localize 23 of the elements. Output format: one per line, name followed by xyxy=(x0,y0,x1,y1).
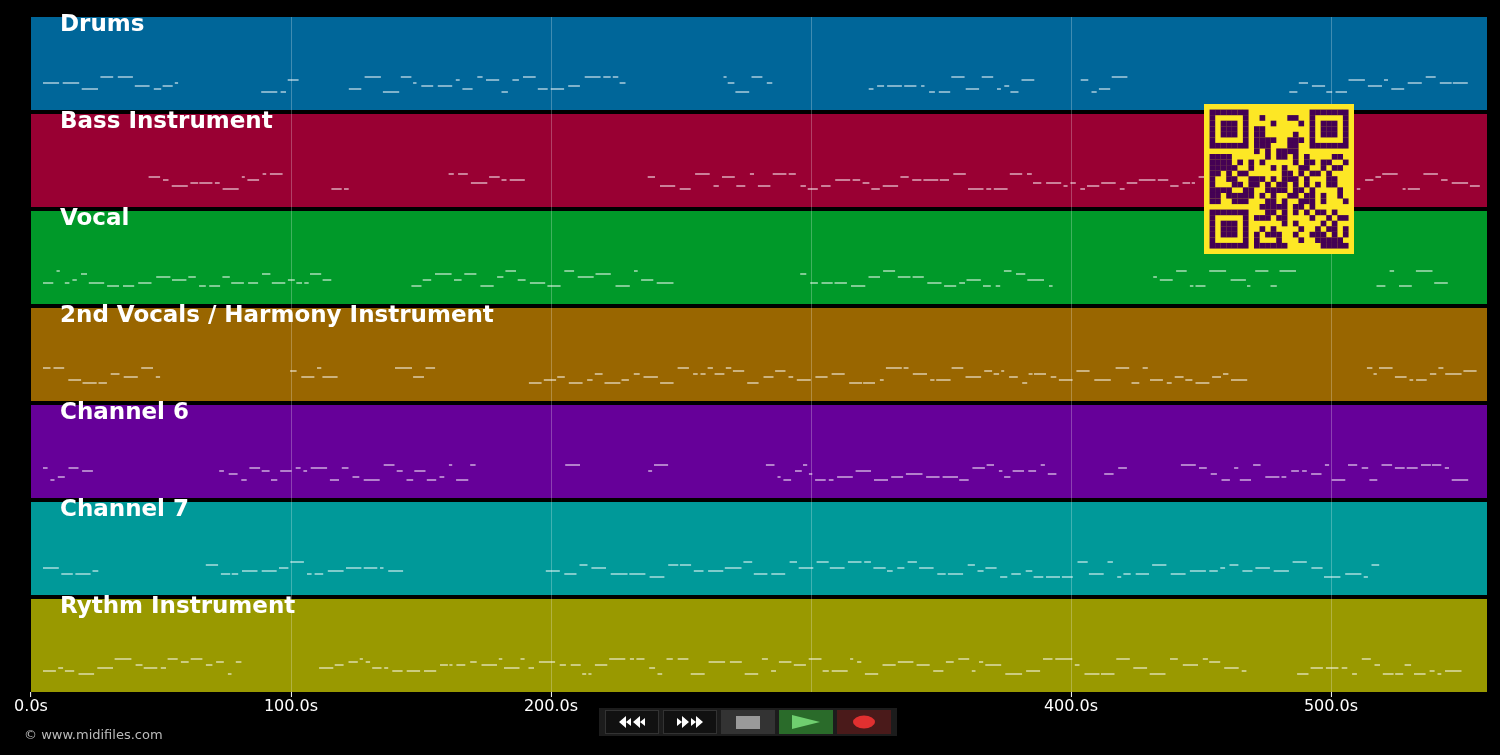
copyright-text: © www.midifiles.com xyxy=(24,727,163,742)
track-name: Drums xyxy=(60,9,145,37)
track-name: Channel 6 xyxy=(60,397,189,425)
time-tick-label: 100.0s xyxy=(263,697,319,715)
time-tick-label: 0.0s xyxy=(14,697,48,715)
stop-button[interactable] xyxy=(721,710,775,734)
fast-forward-icon xyxy=(675,715,705,729)
rewind-button[interactable] xyxy=(605,710,659,734)
play-button[interactable] xyxy=(779,710,833,734)
stop-icon xyxy=(736,715,760,729)
forward-button[interactable] xyxy=(663,710,717,734)
time-tick-label: 400.0s xyxy=(1043,697,1099,715)
track-name: Vocal xyxy=(60,203,130,231)
record-button[interactable] xyxy=(837,710,891,734)
time-tick-label: 200.0s xyxy=(523,697,579,715)
track-name: Bass Instrument xyxy=(60,106,273,134)
play-icon xyxy=(791,714,821,730)
rewind-icon xyxy=(617,715,647,729)
time-tick-label: 500.0s xyxy=(1303,697,1359,715)
track-name: Channel 7 xyxy=(60,494,189,522)
record-icon xyxy=(852,715,876,729)
track-name: Rythm Instrument xyxy=(60,591,296,619)
track-name: 2nd Vocals / Harmony Instrument xyxy=(60,300,494,328)
